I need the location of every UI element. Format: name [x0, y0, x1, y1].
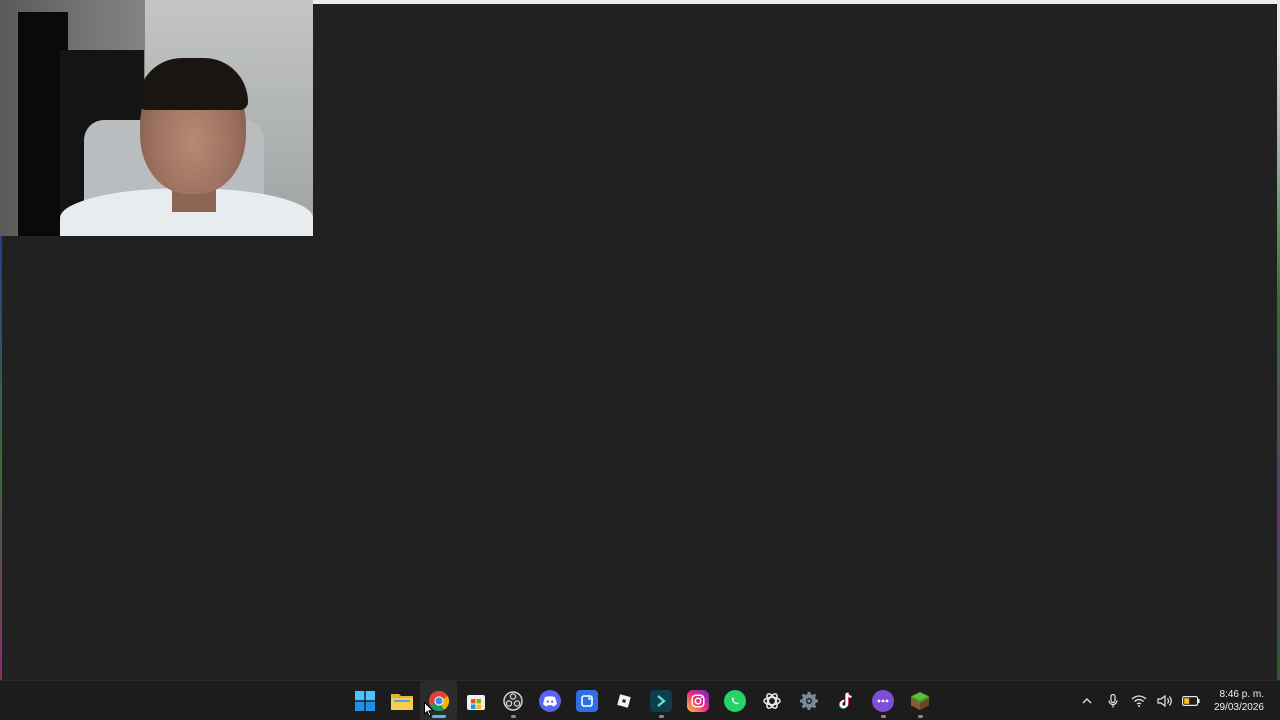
chatgpt-icon	[761, 690, 783, 712]
instagram-icon	[686, 690, 709, 712]
minecraft-button[interactable]	[901, 681, 938, 720]
discord-icon	[538, 690, 561, 712]
clock-time: 8:46 p. m.	[1219, 689, 1264, 700]
running-indicator	[880, 715, 886, 718]
editor-button[interactable]	[642, 681, 679, 720]
taskbar: 8:46 p. m. 29/03/2026	[0, 680, 1280, 720]
instagram-button[interactable]	[679, 681, 716, 720]
microsoft-store-button[interactable]	[457, 681, 494, 720]
clock-date: 29/03/2026	[1213, 702, 1264, 713]
gear-icon	[798, 690, 820, 712]
running-indicator	[510, 715, 516, 718]
discord-button[interactable]	[531, 681, 568, 720]
system-tray: 8:46 p. m. 29/03/2026	[1074, 681, 1280, 720]
windows-logo-icon	[354, 690, 376, 712]
clock[interactable]: 8:46 p. m. 29/03/2026	[1214, 688, 1264, 714]
webcam-overlay	[0, 0, 313, 236]
whatsapp-icon	[723, 690, 746, 712]
running-indicator	[658, 715, 664, 718]
chevron-up-icon[interactable]	[1076, 690, 1098, 712]
settings-button[interactable]	[790, 681, 827, 720]
battery-icon[interactable]	[1180, 690, 1202, 712]
file-explorer-button[interactable]	[383, 681, 420, 720]
volume-icon[interactable]	[1154, 690, 1176, 712]
tiktok-button[interactable]	[827, 681, 864, 720]
folder-icon	[390, 690, 413, 712]
window-left-edge	[0, 236, 2, 680]
obs-icon	[502, 690, 524, 712]
chat-bubble-icon	[871, 690, 894, 712]
running-indicator	[917, 715, 923, 718]
app-square-button[interactable]	[568, 681, 605, 720]
roblox-button[interactable]	[605, 681, 642, 720]
obs-button[interactable]	[494, 681, 531, 720]
wifi-icon[interactable]	[1128, 690, 1150, 712]
taskbar-pinned-apps	[346, 681, 938, 720]
chatgpt-button[interactable]	[753, 681, 790, 720]
window-top-edge	[313, 0, 1278, 4]
roblox-icon	[613, 690, 635, 712]
store-icon	[465, 690, 487, 712]
arrow-app-icon	[649, 690, 672, 712]
blue-square-app-icon	[575, 690, 598, 712]
whatsapp-button[interactable]	[716, 681, 753, 720]
minecraft-cube-icon	[909, 690, 931, 712]
mouse-cursor-icon	[424, 702, 434, 717]
microphone-icon[interactable]	[1102, 690, 1124, 712]
start-button[interactable]	[346, 681, 383, 720]
chat-app-button[interactable]	[864, 681, 901, 720]
tiktok-icon	[835, 690, 857, 712]
desktop-screen: 8:46 p. m. 29/03/2026	[0, 0, 1280, 720]
